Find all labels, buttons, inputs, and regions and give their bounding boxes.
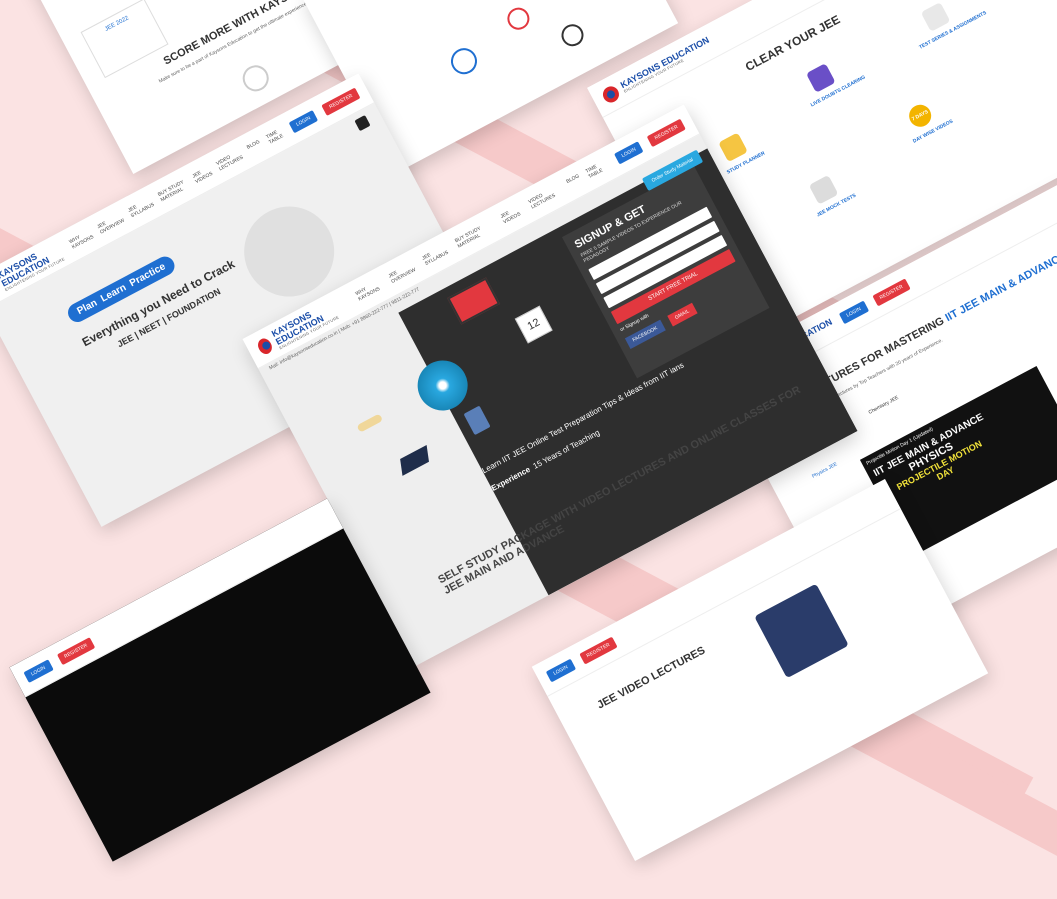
login-button[interactable]: LOGIN <box>288 109 318 133</box>
menu-item[interactable]: TIME TABLE <box>584 158 610 179</box>
menu-item[interactable]: JEE OVERVIEW <box>387 260 419 285</box>
login-button[interactable]: LOGIN <box>614 141 644 165</box>
seven-days-icon: 7 DAYS <box>905 101 935 131</box>
live-doubts-icon <box>806 63 836 93</box>
menu-item[interactable]: VIDEO LECTURES <box>215 149 244 172</box>
register-button[interactable]: REGISTER <box>647 118 686 146</box>
study-planner-icon <box>718 132 748 162</box>
register-button[interactable]: REGISTER <box>56 637 95 665</box>
menu-item[interactable]: JEE VIDEOS <box>499 203 525 225</box>
login-button[interactable]: LOGIN <box>23 659 53 683</box>
physics-tab[interactable]: Physics JEE <box>811 461 838 479</box>
menu-item[interactable]: WHY KAYSONS <box>68 228 95 250</box>
menu-item[interactable]: BLOG <box>246 138 264 155</box>
menu-item[interactable]: JEE SYLLABUS <box>127 196 155 219</box>
test-series-icon <box>921 2 951 32</box>
diagram-node-icon <box>504 4 534 34</box>
menu-item[interactable]: WHY KAYSONS <box>354 278 386 302</box>
menu-item[interactable]: VIDEO LECTURES <box>527 183 563 210</box>
login-button[interactable]: LOGIN <box>546 658 576 682</box>
logo-icon <box>600 83 622 105</box>
calendar-day: 12 <box>525 316 541 332</box>
teacher-photo <box>754 584 849 679</box>
plan-label: Plan <box>75 298 99 318</box>
menu-item[interactable]: BLOG <box>565 173 583 190</box>
chemistry-label: Chemistry JEE <box>868 395 900 416</box>
menu-item[interactable]: JEE SYLLABUS <box>421 242 452 266</box>
brand-tagline: ENLIGHTENING YOUR FUTURE <box>623 44 712 94</box>
menu-item[interactable]: BUY STUDY MATERIAL <box>157 178 190 203</box>
video-play-button[interactable] <box>354 115 370 131</box>
diploma-icon <box>356 413 383 432</box>
gmail-button[interactable]: GMAIL <box>667 303 697 327</box>
diagram-node-icon <box>446 44 481 79</box>
mock-tests-icon <box>809 175 839 205</box>
login-button[interactable]: LOGIN <box>839 300 869 324</box>
menu-item[interactable]: TIME TABLE <box>265 127 285 145</box>
seven-days-label: 7 DAYS <box>905 101 935 131</box>
physics-label: Physics JEE <box>811 461 838 479</box>
register-button[interactable]: REGISTER <box>321 87 360 115</box>
jee-badge: JEE 2022 <box>81 0 169 78</box>
menu-item[interactable]: JEE OVERVIEW <box>96 212 125 235</box>
register-button[interactable]: REGISTER <box>579 636 618 664</box>
practice-label: Practice <box>128 261 168 289</box>
register-button[interactable]: REGISTER <box>872 278 911 306</box>
learn-label: Learn <box>99 282 128 304</box>
logo-icon <box>255 336 274 356</box>
menu-item[interactable]: BUY STUDY MATERIAL <box>454 218 498 249</box>
bottom-left-nav: LOGIN REGISTER <box>9 498 343 697</box>
diagram-node-icon <box>558 20 588 50</box>
chemistry-tab[interactable]: Chemistry JEE <box>868 395 900 416</box>
graduation-cap-icon <box>400 445 429 476</box>
jee-badge-label: JEE 2022 <box>85 5 150 43</box>
student-icon <box>238 61 273 96</box>
menu-item[interactable]: JEE VIDEOS <box>191 165 213 184</box>
